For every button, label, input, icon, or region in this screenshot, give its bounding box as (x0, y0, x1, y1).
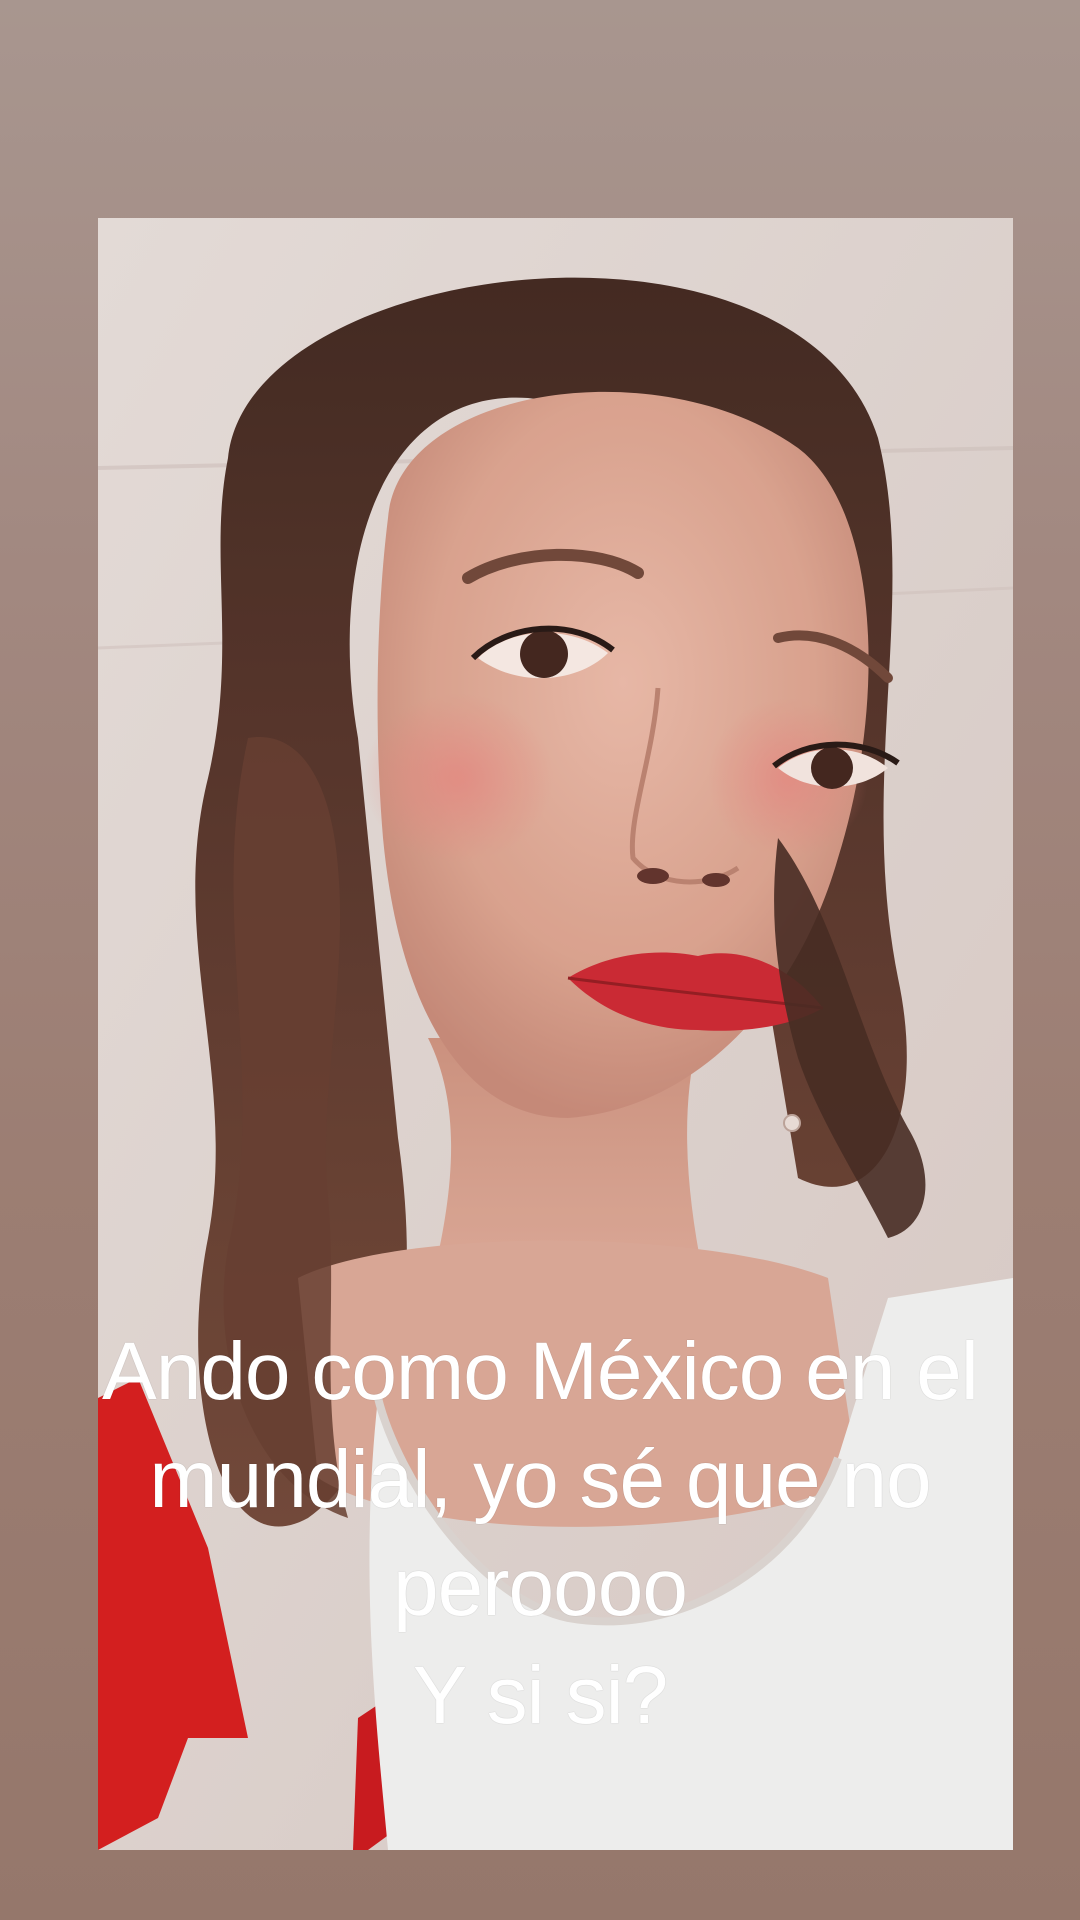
caption-line-3: peroooo (393, 1542, 688, 1633)
caption-line-2: mundial, yo sé que no (149, 1434, 931, 1525)
caption-line-4: Y si si? (412, 1650, 669, 1741)
story-caption: Ando como México en el mundial, yo sé qu… (0, 1318, 1080, 1750)
caption-line-1: Ando como México en el (102, 1326, 979, 1417)
